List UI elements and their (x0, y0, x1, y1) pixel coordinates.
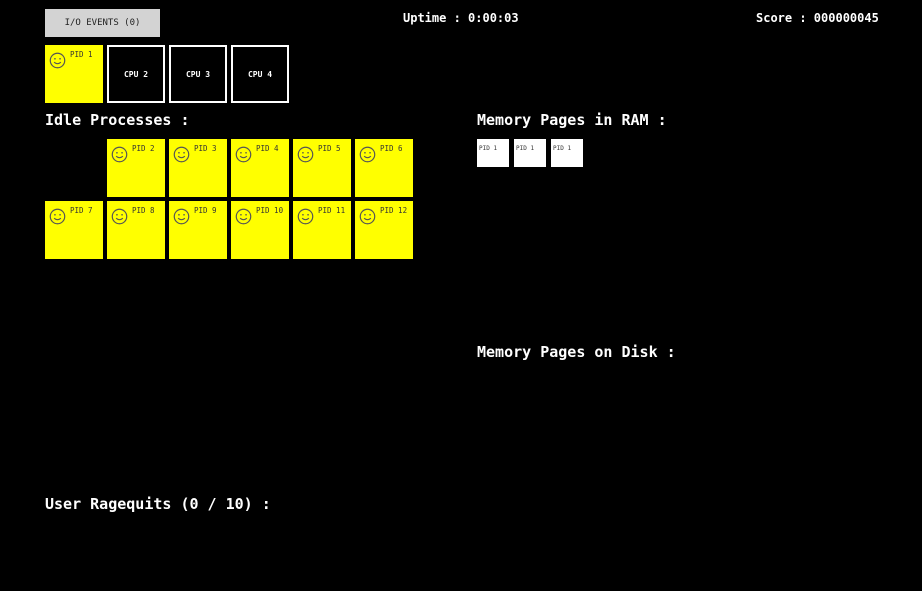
idle-process[interactable]: PID 2 (107, 139, 165, 197)
process-pid-label: PID 3 (194, 144, 217, 153)
process-pid-label: PID 12 (380, 206, 408, 215)
process-pid-label: PID 10 (256, 206, 284, 215)
cpu-3-slot[interactable]: CPU 3 (169, 45, 227, 103)
idle-process[interactable]: PID 9 (169, 201, 227, 259)
io-events-button[interactable]: I/O EVENTS (0) (45, 9, 160, 37)
idle-processes-title: Idle Processes : (45, 111, 190, 129)
idle-process[interactable]: PID 3 (169, 139, 227, 197)
smiley-face-icon (235, 146, 252, 163)
smiley-face-icon (111, 146, 128, 163)
smiley-face-icon (359, 208, 376, 225)
smiley-face-icon (49, 208, 66, 225)
cpu-2-slot[interactable]: CPU 2 (107, 45, 165, 103)
process-pid-label: PID 9 (194, 206, 217, 215)
memory-page: PID 1 (551, 139, 583, 167)
process-pid-label: PID 4 (256, 144, 279, 153)
smiley-face-icon (173, 208, 190, 225)
idle-process[interactable]: PID 5 (293, 139, 351, 197)
smiley-face-icon (111, 208, 128, 225)
idle-process[interactable]: PID 12 (355, 201, 413, 259)
score-display: Score : 000000045 (756, 11, 879, 25)
process-pid-label: PID 5 (318, 144, 341, 153)
process-pid-label: PID 11 (318, 206, 346, 215)
idle-process[interactable]: PID 11 (293, 201, 351, 259)
cpu-label: CPU 2 (123, 69, 149, 79)
process-pid-label: PID 7 (70, 206, 93, 215)
idle-process[interactable]: PID 6 (355, 139, 413, 197)
smiley-face-icon (173, 146, 190, 163)
memory-page: PID 1 (514, 139, 546, 167)
idle-process[interactable]: PID 10 (231, 201, 289, 259)
memory-page: PID 1 (477, 139, 509, 167)
process-pid-label: PID 8 (132, 206, 155, 215)
idle-process[interactable]: PID 8 (107, 201, 165, 259)
idle-process[interactable]: PID 7 (45, 201, 103, 259)
smiley-face-icon (359, 146, 376, 163)
uptime-display: Uptime : 0:00:03 (403, 11, 519, 25)
disk-pages-title: Memory Pages on Disk : (477, 343, 676, 361)
ragequits-title: User Ragequits (0 / 10) : (45, 495, 271, 513)
cpu-1-process[interactable]: PID 1 (45, 45, 103, 103)
ram-pages-title: Memory Pages in RAM : (477, 111, 667, 129)
smiley-face-icon (297, 208, 314, 225)
smiley-face-icon (297, 146, 314, 163)
cpu-label: CPU 4 (247, 69, 273, 79)
cpu-label: CPU 3 (185, 69, 211, 79)
smiley-face-icon (49, 52, 66, 69)
process-pid-label: PID 6 (380, 144, 403, 153)
process-pid-label: PID 1 (70, 50, 93, 59)
smiley-face-icon (235, 208, 252, 225)
idle-process[interactable]: PID 4 (231, 139, 289, 197)
cpu-4-slot[interactable]: CPU 4 (231, 45, 289, 103)
process-pid-label: PID 2 (132, 144, 155, 153)
